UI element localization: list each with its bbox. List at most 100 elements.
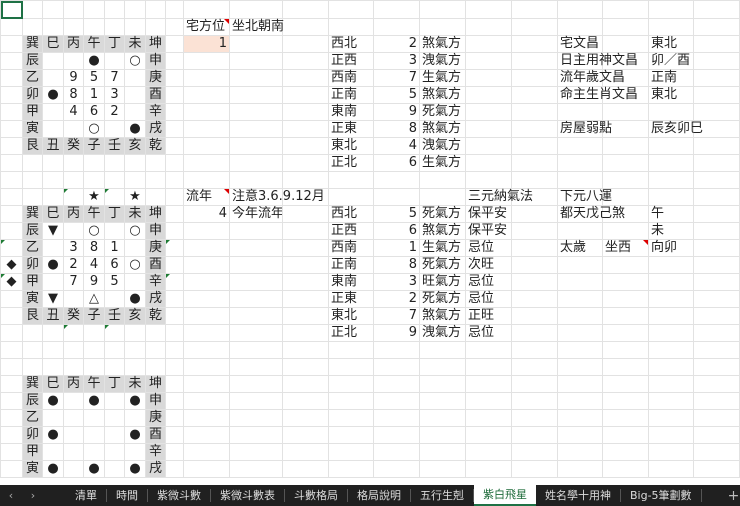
- cell[interactable]: [602, 375, 649, 393]
- chart-cell[interactable]: [124, 86, 146, 104]
- cell[interactable]: [282, 18, 329, 36]
- chart-cell[interactable]: [104, 52, 125, 70]
- chart-direction-label[interactable]: 亥: [124, 137, 146, 155]
- chart-direction-label[interactable]: 子: [83, 137, 105, 155]
- cell[interactable]: [183, 307, 230, 325]
- cell[interactable]: [229, 52, 283, 70]
- cell[interactable]: [183, 137, 230, 155]
- cell[interactable]: [511, 256, 558, 274]
- direction-name[interactable]: 西南: [328, 69, 374, 87]
- wenchang-value[interactable]: 東北: [648, 35, 694, 53]
- cell[interactable]: [104, 324, 125, 342]
- chart-direction-label[interactable]: 亥: [124, 307, 146, 325]
- cell[interactable]: [557, 222, 603, 240]
- cell[interactable]: [165, 222, 184, 240]
- cell[interactable]: [229, 358, 283, 376]
- cell[interactable]: [511, 324, 558, 342]
- cell[interactable]: [648, 256, 694, 274]
- cell[interactable]: [557, 103, 603, 121]
- cell[interactable]: [648, 341, 694, 359]
- chart-cell[interactable]: [104, 443, 125, 461]
- cell[interactable]: [282, 137, 329, 155]
- cell[interactable]: [83, 341, 105, 359]
- cell[interactable]: [183, 86, 230, 104]
- house-direction-label[interactable]: 宅方位: [183, 18, 230, 36]
- direction-name[interactable]: 東北: [328, 307, 374, 325]
- cell[interactable]: [419, 375, 466, 393]
- cell[interactable]: [229, 154, 283, 172]
- cell[interactable]: [648, 409, 694, 427]
- cell[interactable]: [0, 375, 23, 393]
- chart-direction-label[interactable]: 坤: [145, 205, 166, 223]
- cell[interactable]: [145, 188, 166, 206]
- direction-qi[interactable]: 死氣方: [419, 256, 466, 274]
- direction-name[interactable]: 東南: [328, 103, 374, 121]
- cell[interactable]: [419, 426, 466, 444]
- chart-cell[interactable]: 5: [83, 69, 105, 87]
- cell[interactable]: [229, 86, 283, 104]
- cell[interactable]: [229, 35, 283, 53]
- cell[interactable]: [602, 324, 649, 342]
- annual-number[interactable]: 4: [183, 205, 230, 223]
- cell[interactable]: [511, 35, 558, 53]
- direction-star[interactable]: 7: [373, 69, 420, 87]
- cell[interactable]: [373, 188, 420, 206]
- cell[interactable]: [183, 222, 230, 240]
- cell[interactable]: [557, 307, 603, 325]
- cell[interactable]: [693, 103, 740, 121]
- cell[interactable]: [328, 409, 374, 427]
- cell[interactable]: [648, 290, 694, 308]
- chart-cell[interactable]: 4: [83, 256, 105, 274]
- chart-direction-label[interactable]: 丙: [63, 375, 84, 393]
- cell[interactable]: [183, 341, 230, 359]
- star-icon[interactable]: ★: [124, 188, 146, 206]
- chart-cell[interactable]: 8: [83, 239, 105, 257]
- wenchang-value[interactable]: 正南: [648, 69, 694, 87]
- cell[interactable]: [693, 205, 740, 223]
- cell[interactable]: [693, 188, 740, 206]
- chart-direction-label[interactable]: 庚: [145, 239, 166, 257]
- direction-qi[interactable]: 煞氣方: [419, 35, 466, 53]
- cell[interactable]: [557, 324, 603, 342]
- wenchang-label[interactable]: 宅文昌: [557, 35, 603, 53]
- sha-label[interactable]: 都天戊己煞: [557, 205, 625, 223]
- cell[interactable]: [328, 392, 374, 410]
- cell[interactable]: [42, 0, 64, 19]
- direction-star[interactable]: 3: [373, 273, 420, 291]
- cell[interactable]: [602, 222, 649, 240]
- cell[interactable]: [183, 273, 230, 291]
- cell[interactable]: [557, 443, 603, 461]
- taisui-sit[interactable]: 坐西: [602, 239, 649, 257]
- cell[interactable]: [602, 35, 649, 53]
- cell[interactable]: [648, 375, 694, 393]
- cell[interactable]: [602, 18, 649, 36]
- cell[interactable]: [165, 290, 184, 308]
- chart-direction-label[interactable]: 乙: [22, 69, 43, 87]
- cell[interactable]: [229, 409, 283, 427]
- cell[interactable]: [511, 137, 558, 155]
- cell[interactable]: [557, 137, 603, 155]
- cell[interactable]: [0, 307, 23, 325]
- cell[interactable]: [511, 460, 558, 478]
- chart-cell[interactable]: 3: [104, 86, 125, 104]
- cell[interactable]: [282, 256, 329, 274]
- chart-direction-label[interactable]: 壬: [104, 307, 125, 325]
- chart-direction-label[interactable]: 戌: [145, 290, 166, 308]
- diamond-icon[interactable]: ◆: [0, 273, 23, 291]
- chart-cell[interactable]: ●: [124, 426, 146, 444]
- chart-direction-label[interactable]: 丁: [104, 205, 125, 223]
- cell[interactable]: [282, 86, 329, 104]
- direction-star[interactable]: 4: [373, 137, 420, 155]
- cell[interactable]: [104, 358, 125, 376]
- cell[interactable]: [183, 239, 230, 257]
- cell[interactable]: [22, 358, 43, 376]
- cell[interactable]: [229, 239, 283, 257]
- cell[interactable]: [165, 392, 184, 410]
- cell[interactable]: [602, 358, 649, 376]
- direction-status[interactable]: 保平安: [465, 222, 512, 240]
- chart-cell[interactable]: [104, 222, 125, 240]
- chart-direction-label[interactable]: 申: [145, 222, 166, 240]
- chart-direction-label[interactable]: 申: [145, 392, 166, 410]
- cell[interactable]: [42, 154, 64, 172]
- chart-direction-label[interactable]: 巳: [42, 35, 64, 53]
